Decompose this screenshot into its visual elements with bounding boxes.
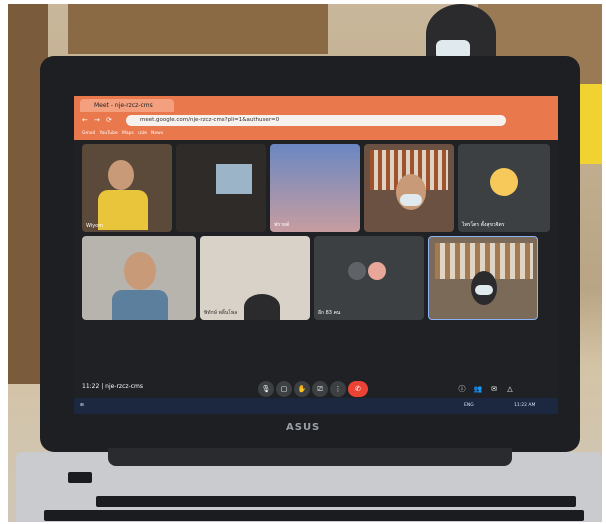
video-tile[interactable]: อีก 83 คน — [314, 236, 424, 320]
laptop-screen: Meet - nje-rzcz-cms ← → ⟳ meet.google.co… — [74, 96, 558, 414]
video-tile[interactable] — [364, 144, 454, 232]
window-light — [216, 164, 252, 194]
participant-name: ไพรโตร ตั้งสุขวจิตร — [462, 222, 505, 228]
back-icon[interactable]: ← — [82, 116, 88, 124]
avatar — [348, 262, 366, 280]
reload-icon[interactable]: ⟳ — [106, 116, 112, 124]
start-icon[interactable]: ⊞ — [80, 398, 84, 414]
browser-tab[interactable]: Meet - nje-rzcz-cms — [80, 99, 174, 112]
meeting-code: nje-rzcz-cms — [105, 383, 143, 390]
bookmark-item[interactable]: Gmail — [82, 131, 95, 136]
participant-head — [244, 294, 280, 320]
avatar — [368, 262, 386, 280]
key-row — [44, 510, 584, 521]
laptop-hinge — [108, 448, 512, 466]
camera-icon[interactable]: ▢ — [276, 381, 292, 397]
chat-icon[interactable]: ✉ — [486, 381, 502, 397]
face-mask — [475, 285, 493, 295]
taskbar-lang: ENG — [464, 403, 474, 408]
bookshelf — [68, 4, 328, 54]
bookmarks-bar: Gmail YouTube Maps แปล News — [82, 129, 552, 138]
participant-name: พิทักษ์ พลิ้นโพล — [204, 310, 238, 316]
bookmark-item[interactable]: Maps — [122, 131, 134, 136]
participant-shirt — [98, 190, 148, 230]
browser-chrome: Meet - nje-rzcz-cms ← → ⟳ meet.google.co… — [74, 96, 558, 140]
photo: Meet - nje-rzcz-cms ← → ⟳ meet.google.co… — [8, 4, 602, 522]
face-mask — [400, 194, 422, 206]
address-bar[interactable]: meet.google.com/nje-rzcz-cms?pli=1&authu… — [126, 115, 506, 126]
participant-face — [124, 252, 156, 290]
participant-name: Wiyom — [86, 223, 104, 229]
more-icon[interactable]: ⋮ — [330, 381, 346, 397]
activities-icon[interactable]: △ — [502, 381, 518, 397]
people-icon[interactable]: 👥 — [470, 381, 486, 397]
meeting-info: 11:22 | nje-rzcz-cms — [82, 383, 143, 390]
meeting-time: 11:22 — [82, 383, 100, 390]
bookmark-item[interactable]: News — [151, 131, 163, 136]
video-tile[interactable] — [428, 236, 538, 320]
participant-shirt — [112, 290, 168, 320]
present-icon[interactable]: ⎚ — [312, 381, 328, 397]
meet-controls: 11:22 | nje-rzcz-cms 🎙 ▢ ✋ ⎚ ⋮ ✆ ⓘ 👥 ✉ △ — [74, 378, 558, 400]
video-tile[interactable] — [82, 236, 196, 320]
end-call-icon[interactable]: ✆ — [348, 381, 368, 397]
video-tile[interactable]: พิทักษ์ พลิ้นโพล — [200, 236, 310, 320]
bookmark-item[interactable]: YouTube — [99, 131, 117, 136]
windows-taskbar: ⊞ ENG 11:22 AM — [74, 398, 558, 414]
laptop-logo: ASUS — [286, 422, 321, 433]
info-icon[interactable]: ⓘ — [454, 381, 470, 397]
meet-area: Wiyom ฟรายด์ ไพรโตร ตั้งสุขวจิตร พิทักษ์… — [74, 140, 558, 414]
mic-icon[interactable]: 🎙 — [258, 381, 274, 397]
avatar — [490, 168, 518, 196]
participant-face — [108, 160, 134, 190]
participant-name: อีก 83 คน — [318, 310, 341, 316]
video-tile[interactable]: ฟรายด์ — [270, 144, 360, 232]
video-tile[interactable] — [176, 144, 266, 232]
taskbar-clock: 11:22 AM — [514, 403, 536, 408]
video-tile[interactable]: ไพรโตร ตั้งสุขวจิตร — [458, 144, 550, 232]
hand-icon[interactable]: ✋ — [294, 381, 310, 397]
video-tile[interactable]: Wiyom — [82, 144, 172, 232]
key — [68, 472, 92, 483]
key-row — [96, 496, 576, 507]
participant-name: ฟรายด์ — [274, 222, 290, 228]
bookmark-item[interactable]: แปล — [138, 131, 147, 136]
forward-icon[interactable]: → — [94, 116, 100, 124]
